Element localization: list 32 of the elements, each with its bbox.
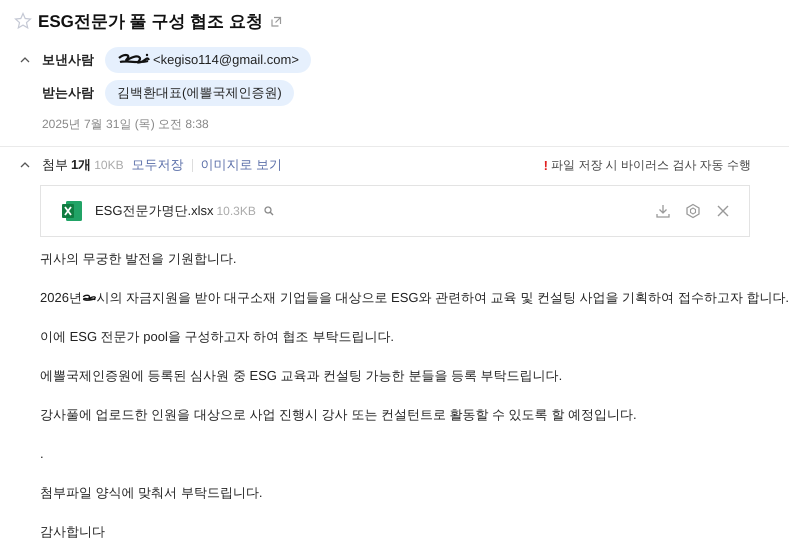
body-paragraph: 이에 ESG 전문가 pool을 구성하고자 하여 협조 부탁드립니다. [40,328,395,346]
sent-date: 2025년 7월 31일 (목) 오전 8:38 [42,116,209,132]
view-as-image-link[interactable]: 이미지로 보기 [200,156,282,174]
hexagon-icon[interactable] [685,203,701,219]
warning-mark: ! [544,158,548,172]
download-icon[interactable] [655,203,671,219]
body-paragraph: . [40,445,45,463]
close-icon[interactable] [715,203,731,219]
sender-address: <kegiso114@gmail.com> [153,52,299,67]
star-icon[interactable] [14,12,32,30]
body-paragraph: 첨부파일 양식에 맞춰서 부탁드립니다. [40,484,264,502]
body-paragraph: 귀사의 무궁한 발전을 기원합니다. [40,250,238,268]
file-size: 10.3KB [216,204,256,218]
virus-scan-notice: 파일 저장 시 바이러스 검사 자동 수행 [550,156,751,174]
search-icon[interactable] [264,206,274,216]
body-text: 시의 자금지원을 받아 대구소재 기업들을 대상으로 ESG와 관련하여 교육 및 컨설팅 사업을 기획하여 접수하고자 합니다. [96,289,789,307]
sender-label: 보낸사람 [42,50,95,68]
popout-icon[interactable] [270,16,282,26]
file-name[interactable]: ESG전문가명단.xlsx [95,202,214,220]
attachment-count: 1개 [71,156,92,174]
body-paragraph: 강사풀에 업로드한 인원을 대상으로 사업 진행시 강사 또는 컨설턴트로 활동할 수 있도록 할 예정입니다. [40,406,638,424]
sender-chip[interactable]: <kegiso114@gmail.com> [105,46,311,72]
save-all-link[interactable]: 모두저장 [132,156,184,174]
mail-title: ESG전문가 풀 구성 협조 요청 [38,10,263,32]
attachment-size: 10KB [94,158,124,172]
body-paragraph: 에뽈국제인증원에 등록된 심사원 중 ESG 교육과 컨설팅 가능한 분들을 등록 부탁드립니다. [40,367,564,385]
recipient-label: 받는사람 [42,84,95,102]
attachment-label: 첨부 [42,156,68,174]
recipient-chip[interactable]: 김백환대표(에뽈국제인증원) [105,80,294,106]
body-paragraph: 감사합니다 [40,523,106,541]
spreadsheet-file-icon [61,200,83,222]
body-text: 2026년 [40,289,82,307]
